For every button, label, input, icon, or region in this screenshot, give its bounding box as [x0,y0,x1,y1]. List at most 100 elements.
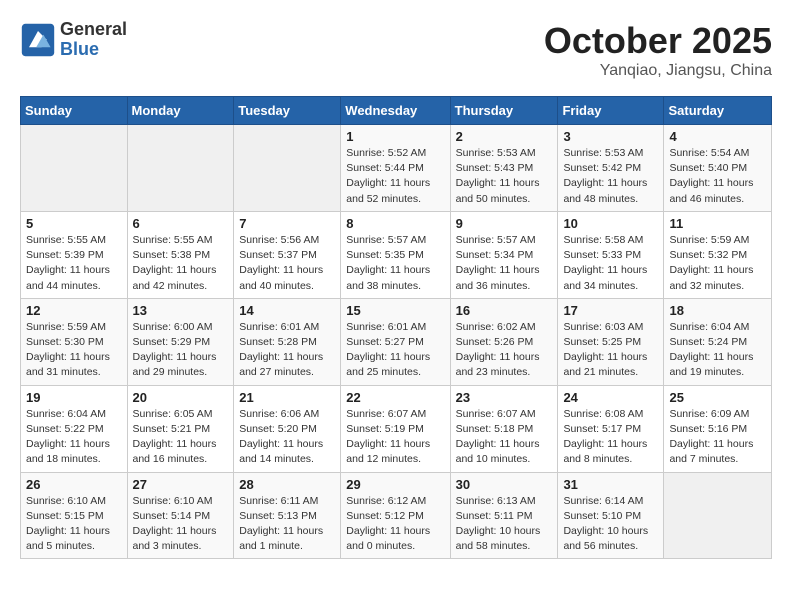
header-day-friday: Friday [558,97,664,125]
calendar-cell: 9Sunrise: 5:57 AM Sunset: 5:34 PM Daylig… [450,211,558,298]
day-number: 27 [133,477,229,492]
calendar-table: SundayMondayTuesdayWednesdayThursdayFrid… [20,96,772,559]
day-number: 31 [563,477,658,492]
day-number: 30 [456,477,553,492]
calendar-cell [234,125,341,212]
calendar-cell: 21Sunrise: 6:06 AM Sunset: 5:20 PM Dayli… [234,385,341,472]
day-info: Sunrise: 5:59 AM Sunset: 5:32 PM Dayligh… [669,233,766,294]
day-number: 22 [346,390,444,405]
calendar-cell [127,125,234,212]
header-day-saturday: Saturday [664,97,772,125]
day-info: Sunrise: 5:59 AM Sunset: 5:30 PM Dayligh… [26,320,122,381]
calendar-cell: 6Sunrise: 5:55 AM Sunset: 5:38 PM Daylig… [127,211,234,298]
day-number: 28 [239,477,335,492]
logo-text: General Blue [60,20,127,60]
day-number: 11 [669,216,766,231]
calendar-cell: 19 Sunrise: 6:04 AM Sunset: 5:22 PM Dayli… [21,385,128,472]
calendar-cell: 18 Sunrise: 6:04 AM Sunset: 5:24 PM Dayli… [664,298,772,385]
header-day-wednesday: Wednesday [341,97,450,125]
calendar-cell: 27 Sunrise: 6:10 AM Sunset: 5:14 PM Dayli… [127,472,234,559]
calendar-header: SundayMondayTuesdayWednesdayThursdayFrid… [21,97,772,125]
day-info: Sunrise: 5:58 AM Sunset: 5:33 PM Dayligh… [563,233,658,294]
week-row-0: 1Sunrise: 5:52 AM Sunset: 5:44 PM Daylig… [21,125,772,212]
logo-blue: Blue [60,40,127,60]
header-day-thursday: Thursday [450,97,558,125]
day-info: Sunrise: 5:54 AM Sunset: 5:40 PM Dayligh… [669,146,766,207]
day-info: Sunrise: 6:04 AM Sunset: 5:24 PM Dayligh… [669,320,766,381]
day-number: 16 [456,303,553,318]
day-info: Sunrise: 5:55 AM Sunset: 5:38 PM Dayligh… [133,233,229,294]
day-number: 10 [563,216,658,231]
day-info: Sunrise: 6:14 AM Sunset: 5:10 PM Dayligh… [563,494,658,555]
day-info: Sunrise: 6:02 AM Sunset: 5:26 PM Dayligh… [456,320,553,381]
day-info: Sunrise: 6:08 AM Sunset: 5:17 PM Dayligh… [563,407,658,468]
day-info: Sunrise: 6:09 AM Sunset: 5:16 PM Dayligh… [669,407,766,468]
day-info: Sunrise: 6:05 AM Sunset: 5:21 PM Dayligh… [133,407,229,468]
calendar-cell: 17 Sunrise: 6:03 AM Sunset: 5:25 PM Dayli… [558,298,664,385]
calendar-cell: 25 Sunrise: 6:09 AM Sunset: 5:16 PM Dayli… [664,385,772,472]
logo-icon [20,22,56,58]
day-number: 17 [563,303,658,318]
header-day-sunday: Sunday [21,97,128,125]
calendar-cell: 14Sunrise: 6:01 AM Sunset: 5:28 PM Dayli… [234,298,341,385]
day-info: Sunrise: 6:06 AM Sunset: 5:20 PM Dayligh… [239,407,335,468]
week-row-1: 5Sunrise: 5:55 AM Sunset: 5:39 PM Daylig… [21,211,772,298]
day-number: 25 [669,390,766,405]
day-number: 19 [26,390,122,405]
day-info: Sunrise: 5:53 AM Sunset: 5:42 PM Dayligh… [563,146,658,207]
day-number: 20 [133,390,229,405]
calendar-cell: 13 Sunrise: 6:00 AM Sunset: 5:29 PM Dayli… [127,298,234,385]
header-day-tuesday: Tuesday [234,97,341,125]
day-info: Sunrise: 6:01 AM Sunset: 5:27 PM Dayligh… [346,320,444,381]
day-number: 23 [456,390,553,405]
calendar-cell: 29 Sunrise: 6:12 AM Sunset: 5:12 PM Dayli… [341,472,450,559]
day-info: Sunrise: 6:13 AM Sunset: 5:11 PM Dayligh… [456,494,553,555]
month-title: October 2025 [544,20,772,62]
day-number: 13 [133,303,229,318]
day-number: 8 [346,216,444,231]
header-row: SundayMondayTuesdayWednesdayThursdayFrid… [21,97,772,125]
week-row-3: 19 Sunrise: 6:04 AM Sunset: 5:22 PM Dayli… [21,385,772,472]
calendar-cell: 1Sunrise: 5:52 AM Sunset: 5:44 PM Daylig… [341,125,450,212]
day-info: Sunrise: 6:10 AM Sunset: 5:14 PM Dayligh… [133,494,229,555]
calendar-cell: 23 Sunrise: 6:07 AM Sunset: 5:18 PM Dayli… [450,385,558,472]
day-info: Sunrise: 6:00 AM Sunset: 5:29 PM Dayligh… [133,320,229,381]
calendar-cell: 20 Sunrise: 6:05 AM Sunset: 5:21 PM Dayli… [127,385,234,472]
calendar-cell: 3Sunrise: 5:53 AM Sunset: 5:42 PM Daylig… [558,125,664,212]
calendar-cell: 15Sunrise: 6:01 AM Sunset: 5:27 PM Dayli… [341,298,450,385]
day-info: Sunrise: 6:11 AM Sunset: 5:13 PM Dayligh… [239,494,335,555]
day-info: Sunrise: 6:07 AM Sunset: 5:18 PM Dayligh… [456,407,553,468]
week-row-2: 12Sunrise: 5:59 AM Sunset: 5:30 PM Dayli… [21,298,772,385]
day-number: 24 [563,390,658,405]
calendar-cell: 2 Sunrise: 5:53 AM Sunset: 5:43 PM Daylig… [450,125,558,212]
day-info: Sunrise: 5:53 AM Sunset: 5:43 PM Dayligh… [456,146,553,207]
logo-general: General [60,20,127,40]
page-header: General Blue October 2025 Yanqiao, Jiang… [20,20,772,80]
day-info: Sunrise: 6:07 AM Sunset: 5:19 PM Dayligh… [346,407,444,468]
day-info: Sunrise: 6:03 AM Sunset: 5:25 PM Dayligh… [563,320,658,381]
day-number: 18 [669,303,766,318]
day-info: Sunrise: 5:55 AM Sunset: 5:39 PM Dayligh… [26,233,122,294]
calendar-cell: 4 Sunrise: 5:54 AM Sunset: 5:40 PM Daylig… [664,125,772,212]
title-block: October 2025 Yanqiao, Jiangsu, China [544,20,772,80]
day-info: Sunrise: 6:04 AM Sunset: 5:22 PM Dayligh… [26,407,122,468]
calendar-cell: 12Sunrise: 5:59 AM Sunset: 5:30 PM Dayli… [21,298,128,385]
day-number: 4 [669,129,766,144]
calendar-cell [21,125,128,212]
day-info: Sunrise: 5:57 AM Sunset: 5:35 PM Dayligh… [346,233,444,294]
day-info: Sunrise: 6:12 AM Sunset: 5:12 PM Dayligh… [346,494,444,555]
week-row-4: 26Sunrise: 6:10 AM Sunset: 5:15 PM Dayli… [21,472,772,559]
calendar-cell [664,472,772,559]
day-info: Sunrise: 5:52 AM Sunset: 5:44 PM Dayligh… [346,146,444,207]
day-number: 7 [239,216,335,231]
calendar-cell: 31 Sunrise: 6:14 AM Sunset: 5:10 PM Dayli… [558,472,664,559]
calendar-cell: 30 Sunrise: 6:13 AM Sunset: 5:11 PM Dayli… [450,472,558,559]
day-number: 9 [456,216,553,231]
calendar-cell: 10 Sunrise: 5:58 AM Sunset: 5:33 PM Dayli… [558,211,664,298]
logo: General Blue [20,20,127,60]
calendar-cell: 22 Sunrise: 6:07 AM Sunset: 5:19 PM Dayli… [341,385,450,472]
calendar-cell: 16 Sunrise: 6:02 AM Sunset: 5:26 PM Dayli… [450,298,558,385]
day-number: 29 [346,477,444,492]
calendar-cell: 5Sunrise: 5:55 AM Sunset: 5:39 PM Daylig… [21,211,128,298]
day-number: 2 [456,129,553,144]
